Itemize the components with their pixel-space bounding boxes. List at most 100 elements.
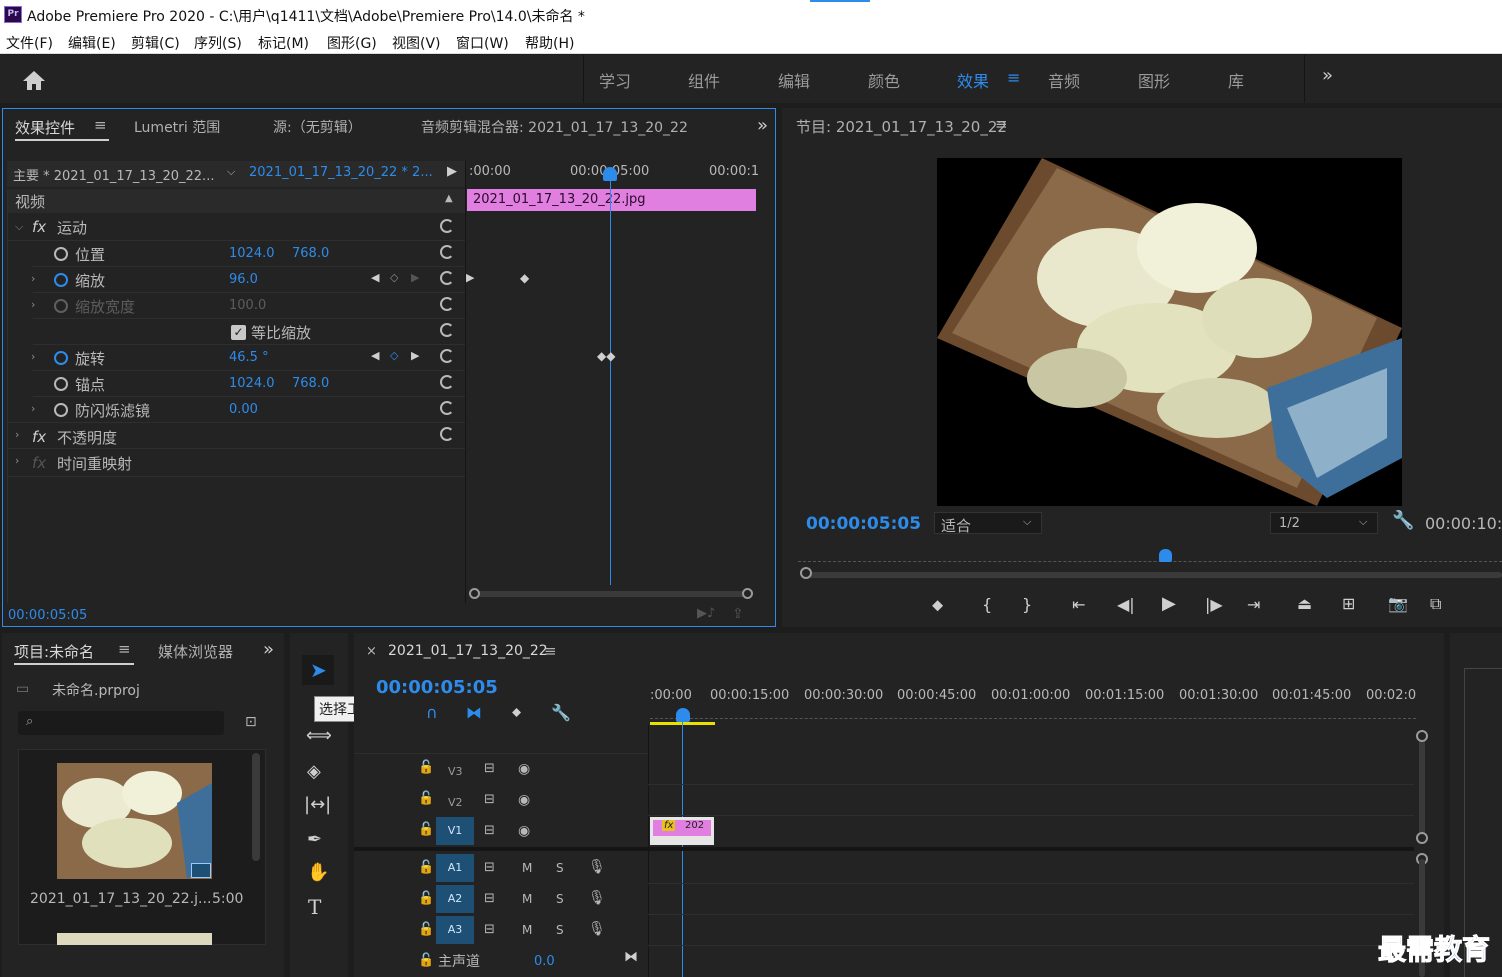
clip-thumbnail[interactable] [57,763,212,879]
prev-keyframe-icon[interactable]: ◀ [371,271,379,284]
workspace-menu-icon[interactable]: ≡ [1007,68,1020,87]
lock-icon[interactable]: 🔓 [418,953,434,968]
clip-thumbnail-2[interactable] [57,933,212,945]
fit-dropdown[interactable]: 适合 ⌵ [934,512,1042,535]
rotation-value[interactable]: 46.5 ° [229,350,269,365]
track-v1-label[interactable]: V1 [436,817,474,845]
menu-marker[interactable]: 标记(M) [258,33,309,53]
home-icon[interactable] [22,69,46,91]
lock-icon[interactable]: 🔓 [418,922,434,937]
menu-graphics[interactable]: 图形(G) [327,33,377,53]
go-to-end-icon[interactable]: ⧓ [624,949,638,965]
clip-name[interactable]: 2021_01_17_13_20_22.j... [30,891,211,907]
program-title[interactable]: 节目: 2021_01_17_13_20_22 [796,116,1007,137]
play-audio-icon[interactable]: ▶♪ [697,606,715,621]
anchor-x[interactable]: 1024.0 [229,376,275,391]
tab-lumetri-scopes[interactable]: Lumetri 范围 [134,117,220,137]
step-forward-icon[interactable]: |▶ [1205,595,1223,614]
fx-icon[interactable]: fx [32,428,46,446]
extract-icon[interactable]: ⊞ [1342,594,1355,613]
panel-overflow-icon[interactable]: » [757,115,768,136]
reset-icon[interactable] [440,245,454,259]
ec-timecode[interactable]: 00:00:05:05 [8,608,87,623]
close-icon[interactable]: × [366,644,377,659]
track-select-icon[interactable]: ⟺ [306,725,332,746]
sequence-tab[interactable]: 2021_01_17_13_20_22 [388,643,548,659]
eye-icon[interactable]: ◉ [518,823,530,839]
chevron-right-icon[interactable]: › [15,428,19,441]
sync-lock-icon[interactable]: ⊟ [484,922,495,937]
keyframe-diamond-icon[interactable]: ◆◆ [597,349,615,363]
tab-effect-controls[interactable]: 效果控件 [15,117,75,138]
position-x[interactable]: 1024.0 [229,246,275,261]
panel-overflow-icon[interactable]: » [263,639,274,660]
lock-icon[interactable]: 🔓 [418,860,434,875]
timeline-timecode[interactable]: 00:00:05:05 [376,677,498,698]
lock-icon[interactable]: 🔓 [418,760,434,775]
bin-scrollbar[interactable] [252,753,260,861]
menu-view[interactable]: 视图(V) [392,33,441,53]
chevron-down-icon[interactable]: ⌵ [227,165,235,179]
track-a2-label[interactable]: A2 [436,885,474,913]
menu-window[interactable]: 窗口(W) [456,33,509,53]
play-icon[interactable]: ▶ [1162,593,1176,614]
tab-menu-icon[interactable]: ≡ [94,116,107,134]
mute-button[interactable]: M [522,861,532,875]
search-input[interactable]: ⌕ [18,711,224,735]
reset-icon[interactable] [440,349,454,363]
workspace-assembly[interactable]: 组件 [688,68,720,92]
add-keyframe-icon[interactable]: ◇ [390,349,398,362]
stopwatch-icon[interactable] [54,403,68,417]
workspace-color[interactable]: 颜色 [868,68,900,92]
eye-icon[interactable]: ◉ [518,792,530,808]
chevron-right-icon[interactable]: › [31,402,35,415]
chevron-right-icon[interactable]: › [31,350,35,363]
scrollbar-handle[interactable] [469,588,480,599]
reset-icon[interactable] [440,427,454,441]
collapse-up-icon[interactable]: ▲ [445,193,453,204]
stopwatch-active-icon[interactable] [54,351,68,365]
program-ruler[interactable] [798,556,1502,562]
sync-lock-icon[interactable]: ⊟ [484,860,495,875]
panel-menu-icon[interactable]: ≡ [544,642,557,660]
workspace-graphics[interactable]: 图形 [1138,68,1170,92]
next-keyframe-icon[interactable]: ▶ [411,349,419,362]
lock-icon[interactable]: 🔓 [418,891,434,906]
chevron-down-icon[interactable]: ⌵ [15,220,23,234]
solo-button[interactable]: S [556,923,564,937]
chevron-right-icon[interactable]: › [31,298,35,311]
timeline-ruler[interactable]: :00:00 00:00:15:00 00:00:30:00 00:00:45:… [650,685,1416,725]
slip-icon[interactable]: |↔| [304,794,331,815]
tab-media-browser[interactable]: 媒体浏览器 [158,641,233,662]
sequence-clip-label[interactable]: 2021_01_17_13_20_22 * 2... [249,165,433,180]
uniform-scale-checkbox[interactable]: ✓ [231,325,246,340]
workspace-learn[interactable]: 学习 [599,68,631,92]
menu-clip[interactable]: 剪辑(C) [131,33,180,53]
program-preview[interactable] [937,158,1402,506]
fx-icon[interactable]: fx [32,218,46,236]
new-search-bin-icon[interactable]: ⊡ [245,714,257,730]
mark-out-icon[interactable]: } [1022,595,1032,614]
tab-project[interactable]: 项目:未命名 [14,641,94,662]
reset-icon[interactable] [440,297,454,311]
track-v2-label[interactable]: V2 [448,796,463,809]
type-icon[interactable]: T [308,895,321,919]
keyframe-diamond-icon[interactable]: ◆ [520,271,529,285]
snap-icon[interactable]: ∩ [426,703,438,722]
pen-icon[interactable]: ✒ [307,829,322,850]
microphone-icon[interactable]: 🎙 [588,859,606,875]
stopwatch-icon[interactable] [54,377,68,391]
workspace-audio[interactable]: 音频 [1048,68,1080,92]
mute-button[interactable]: M [522,923,532,937]
go-to-in-icon[interactable]: ⇤ [1072,595,1085,614]
reset-icon[interactable] [440,271,454,285]
mark-in-icon[interactable]: { [982,595,992,614]
master-volume[interactable]: 0.0 [534,954,555,969]
sync-lock-icon[interactable]: ⊟ [484,891,495,906]
scrollbar-handle[interactable] [800,567,812,579]
track-a1-label[interactable]: A1 [436,854,474,882]
workspace-libraries[interactable]: 库 [1228,68,1244,92]
tab-audio-clip-mixer[interactable]: 音频剪辑混合器: 2021_01_17_13_20_22 [421,117,688,137]
eye-icon[interactable]: ◉ [518,761,530,777]
anchor-y[interactable]: 768.0 [292,376,329,391]
